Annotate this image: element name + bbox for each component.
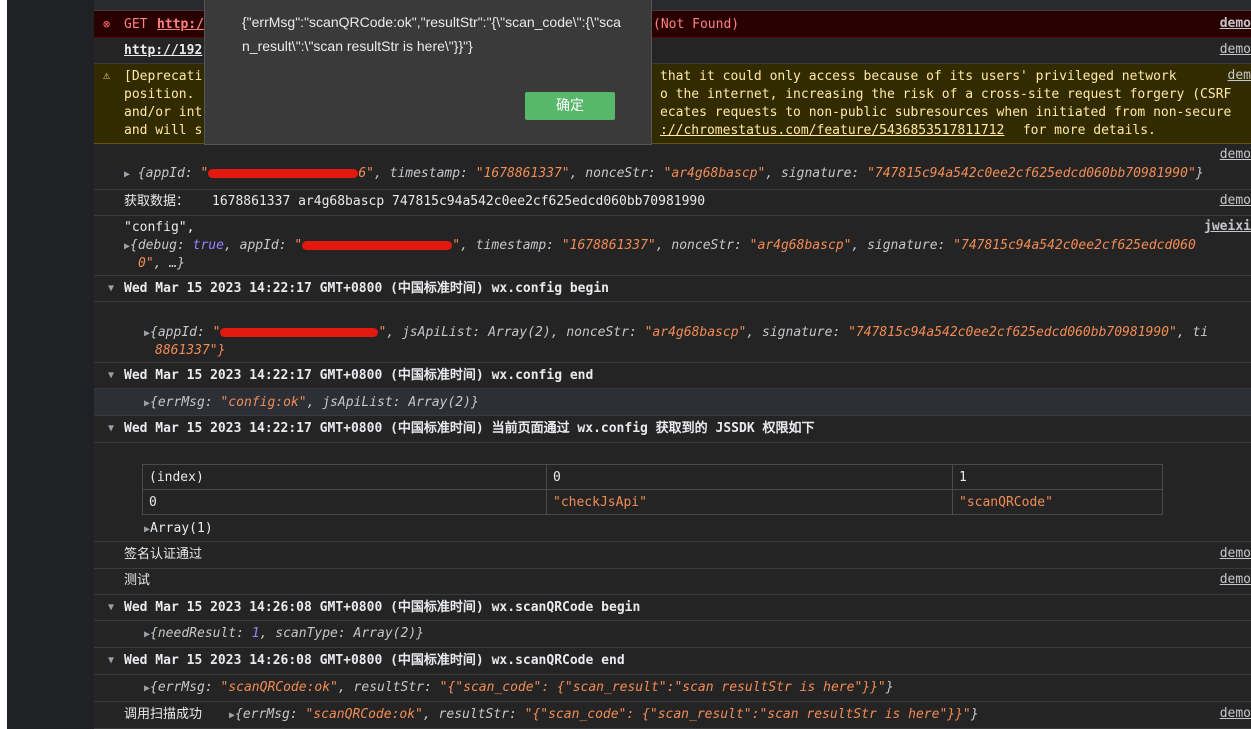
- group-title: Wed Mar 15 2023 14:22:17 GMT+0800 (中国标准时…: [124, 281, 609, 296]
- console-log-row: "config", jweixi ▶{debug: true, appId: "…: [94, 216, 1251, 276]
- console-table: (index) 0 1 0 "checkJsApi" "scanQRCode": [142, 464, 1163, 515]
- object-preview[interactable]: ▶{errMsg: "scanQRCode:ok", resultStr: "{…: [144, 679, 894, 698]
- log-label: "config",: [124, 220, 195, 235]
- table-cell: "checkJsApi": [546, 489, 953, 515]
- console-group-body: ▶{errMsg: "scanQRCode:ok", resultStr: "{…: [94, 675, 1251, 702]
- chromestatus-link[interactable]: ://chromestatus.com/feature/543685351781…: [660, 122, 1004, 140]
- log-label: 获取数据：: [124, 194, 190, 209]
- console-group-header[interactable]: ▼ Wed Mar 15 2023 14:22:17 GMT+0800 (中国标…: [94, 416, 1251, 443]
- object-preview[interactable]: ▶{errMsg: "config:ok", jsApiList: Array(…: [144, 394, 479, 413]
- redaction-mark: [220, 328, 379, 337]
- collapse-triangle-icon[interactable]: ▼: [108, 599, 114, 617]
- collapse-triangle-icon[interactable]: ▼: [108, 280, 114, 298]
- group-title: Wed Mar 15 2023 14:26:08 GMT+0800 (中国标准时…: [124, 600, 641, 615]
- console-group-body: ▶{needResult: 1, scanType: Array(2)}: [94, 621, 1251, 648]
- page-background: [0, 0, 7, 729]
- warning-text: ecates requests to non-public subresourc…: [660, 105, 1232, 120]
- object-preview[interactable]: ▶{errMsg: "scanQRCode:ok", resultStr: "{…: [229, 706, 979, 725]
- log-text: 1678861337 ar4g68bascp 747815c94a542c0ee…: [212, 194, 706, 209]
- source-link[interactable]: jweixi: [1204, 219, 1251, 234]
- error-source-link[interactable]: demo: [1220, 16, 1251, 31]
- warning-text: and/or int: [124, 105, 203, 120]
- table-header-row: (index) 0 1: [142, 464, 1163, 490]
- console-group-body: (index) 0 1 0 "checkJsApi" "scanQRCode" …: [94, 443, 1251, 542]
- warning-text: that it could only access because of its…: [660, 69, 1177, 84]
- console-log-row: 获取数据： 1678861337 ar4g68bascp 747815c94a5…: [94, 190, 1251, 216]
- warning-text: and will s: [124, 123, 203, 138]
- console-group-header[interactable]: ▼ Wed Mar 15 2023 14:26:08 GMT+0800 (中国标…: [94, 648, 1251, 675]
- redaction-mark: [302, 241, 453, 250]
- collapse-triangle-icon[interactable]: ▼: [108, 420, 114, 438]
- object-preview[interactable]: ▶{appId: " ", jsApiList: Array(2), nonceS…: [144, 324, 1208, 343]
- dialog-message: {"errMsg":"scanQRCode:ok","resultStr":"{…: [242, 14, 621, 54]
- table-cell: 0: [142, 489, 547, 515]
- source-link[interactable]: demo: [1220, 193, 1251, 208]
- warning-text: o the internet, increasing the risk of a…: [660, 87, 1232, 102]
- console-log-row: 签名认证通过 demo: [94, 542, 1251, 569]
- group-title: Wed Mar 15 2023 14:22:17 GMT+0800 (中国标准时…: [124, 368, 594, 383]
- table-header-cell: 1: [952, 464, 1163, 490]
- source-link[interactable]: demo: [1220, 42, 1251, 57]
- console-log-row: demo ▶ {appId: " 6", timestamp: "16788613…: [94, 144, 1251, 190]
- array-preview[interactable]: ▶Array(1): [144, 520, 213, 539]
- warning-source-link[interactable]: dem: [1228, 68, 1251, 83]
- table-header-cell: (index): [142, 464, 547, 490]
- source-link[interactable]: demo: [1220, 572, 1251, 587]
- table-header-cell: 0: [546, 464, 953, 490]
- object-preview-wrap: 8861337"}: [155, 343, 226, 358]
- collapse-triangle-icon[interactable]: ▼: [108, 652, 114, 670]
- console-group-body: ▶{errMsg: "config:ok", jsApiList: Array(…: [94, 389, 1251, 416]
- warning-text: for more details.: [1015, 123, 1156, 138]
- warning-icon: ⚠: [103, 68, 111, 82]
- ok-button[interactable]: 确定: [525, 92, 615, 120]
- collapse-triangle-icon[interactable]: ▼: [108, 367, 114, 385]
- table-cell: "scanQRCode": [952, 489, 1163, 515]
- group-title: Wed Mar 15 2023 14:22:17 GMT+0800 (中国标准时…: [124, 421, 815, 436]
- error-icon: ⊗: [103, 17, 111, 31]
- redaction-mark: [208, 169, 359, 178]
- error-status: (Not Found): [653, 17, 740, 32]
- console-gutter: [7, 0, 94, 729]
- source-link[interactable]: demo: [1220, 546, 1251, 561]
- log-text: 测试: [124, 573, 151, 588]
- log-label: 调用扫描成功: [124, 707, 203, 722]
- warning-text: position.: [124, 87, 195, 102]
- console-log-row: 测试 demo: [94, 569, 1251, 595]
- object-preview[interactable]: ▶{needResult: 1, scanType: Array(2)}: [144, 625, 424, 644]
- console-group-header[interactable]: ▼ Wed Mar 15 2023 14:26:08 GMT+0800 (中国标…: [94, 595, 1251, 621]
- error-method: GET: [124, 17, 148, 32]
- error-url-link-2[interactable]: http://192: [124, 42, 202, 60]
- object-preview[interactable]: ▶ {appId: " 6", timestamp: "1678861337", …: [124, 165, 1204, 184]
- alert-dialog: {"errMsg":"scanQRCode:ok","resultStr":"{…: [204, 0, 652, 145]
- source-link[interactable]: demo: [1220, 147, 1251, 162]
- console-log-row: 调用扫描成功 ▶{errMsg: "scanQRCode:ok", result…: [94, 702, 1251, 729]
- warning-text: [Deprecati: [124, 69, 203, 84]
- group-title: Wed Mar 15 2023 14:26:08 GMT+0800 (中国标准时…: [124, 653, 625, 668]
- expand-triangle-icon[interactable]: ▶: [124, 169, 130, 180]
- console-group-header[interactable]: ▼ Wed Mar 15 2023 14:22:17 GMT+0800 (中国标…: [94, 363, 1251, 389]
- table-row: 0 "checkJsApi" "scanQRCode": [142, 489, 1163, 515]
- source-link[interactable]: demo: [1220, 706, 1251, 721]
- object-preview[interactable]: ▶{debug: true, appId: " ", timestamp: "16…: [124, 237, 1196, 256]
- log-text: 签名认证通过: [124, 547, 203, 562]
- console-group-body: ▶{appId: " ", jsApiList: Array(2), nonceS…: [94, 302, 1251, 363]
- console-group-header[interactable]: ▼ Wed Mar 15 2023 14:22:17 GMT+0800 (中国标…: [94, 276, 1251, 302]
